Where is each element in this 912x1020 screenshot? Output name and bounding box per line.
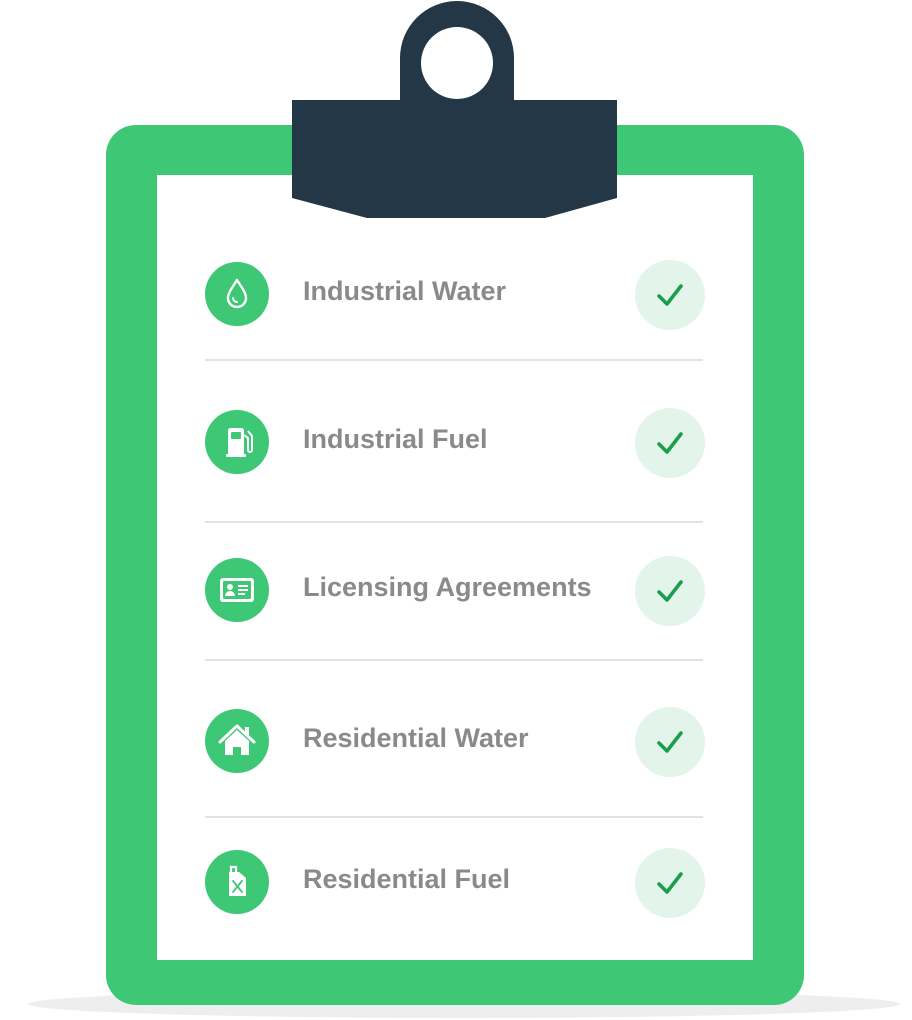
check-icon	[635, 408, 705, 478]
checklist-item-label: Licensing Agreements	[303, 572, 592, 602]
check-icon	[635, 707, 705, 777]
checklist-item-industrial-water: Industrial Water	[205, 260, 705, 332]
fuel-pump-icon	[205, 410, 269, 474]
house-icon	[205, 709, 269, 773]
checklist-item-industrial-fuel: Industrial Fuel	[205, 408, 705, 480]
jerrycan-icon	[205, 850, 269, 914]
checklist-item-residential-fuel: Residential Fuel	[205, 848, 705, 920]
checklist-item-label: Industrial Water	[303, 276, 507, 306]
water-drop-icon	[205, 262, 269, 326]
clipboard-clip-icon	[292, 1, 617, 218]
checklist-item-label: Residential Water	[303, 723, 529, 753]
id-card-icon	[205, 558, 269, 622]
row-divider	[205, 359, 703, 361]
checklist-item-residential-water: Residential Water	[205, 707, 705, 779]
row-divider	[205, 521, 703, 523]
checklist-item-label: Residential Fuel	[303, 864, 511, 894]
check-icon	[635, 260, 705, 330]
row-divider	[205, 659, 703, 661]
checklist-item-licensing-agreements: Licensing Agreements	[205, 556, 705, 628]
row-divider	[205, 816, 703, 818]
check-icon	[635, 848, 705, 918]
checklist-item-label: Industrial Fuel	[303, 424, 488, 454]
check-icon	[635, 556, 705, 626]
